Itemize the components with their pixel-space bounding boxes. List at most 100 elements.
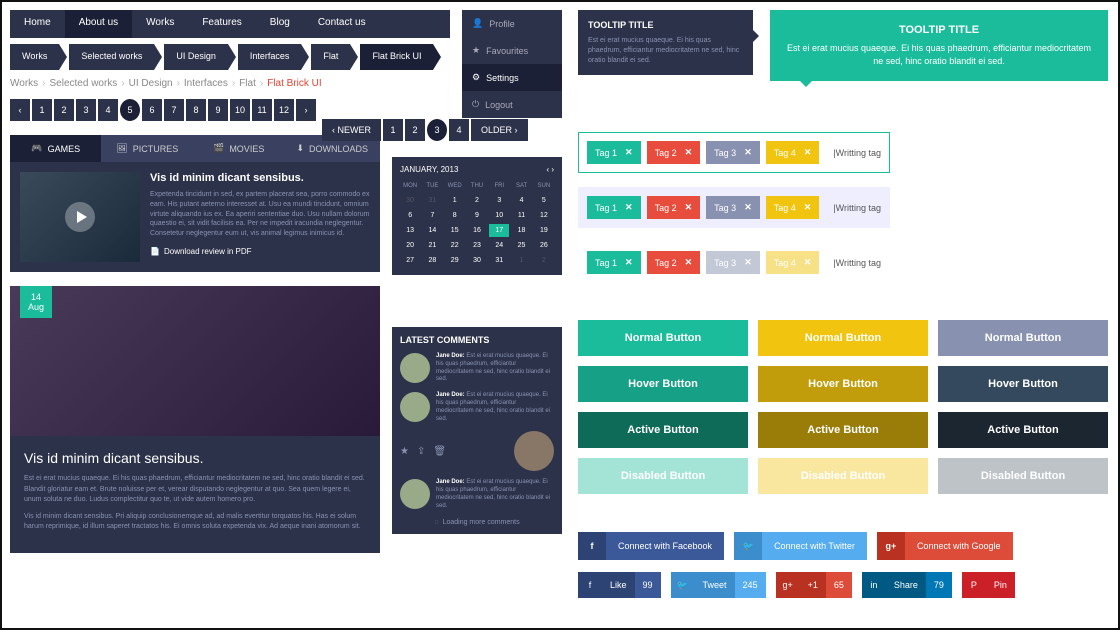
breadcrumb-segment[interactable]: UI Design — [164, 44, 228, 70]
page-button[interactable]: 2 — [54, 99, 74, 121]
hover-button[interactable]: Hover Button — [758, 366, 928, 402]
calendar-day[interactable]: 23 — [467, 239, 487, 252]
calendar-day[interactable]: 27 — [400, 254, 420, 267]
page-button[interactable]: ‹ NEWER — [322, 119, 381, 141]
breadcrumb-link[interactable]: Interfaces — [184, 78, 228, 89]
pin-button[interactable]: PPin — [962, 572, 1015, 598]
page-button[interactable]: 1 — [383, 119, 403, 141]
close-icon[interactable]: ✕ — [685, 202, 693, 213]
calendar-day[interactable]: 20 — [400, 239, 420, 252]
close-icon[interactable]: ✕ — [625, 147, 633, 158]
tag[interactable]: Tag 4✕ — [766, 251, 820, 274]
article-thumbnail[interactable] — [20, 172, 140, 262]
close-icon[interactable]: ✕ — [625, 202, 633, 213]
calendar-day[interactable]: 30 — [467, 254, 487, 267]
connect-google-button[interactable]: g+Connect with Google — [877, 532, 1013, 560]
tag[interactable]: Tag 1✕ — [587, 251, 641, 274]
calendar-day[interactable]: 12 — [534, 209, 554, 222]
nav-item[interactable]: Home — [10, 10, 65, 38]
tab[interactable]: 🎬MOVIES — [193, 135, 284, 162]
breadcrumb-link[interactable]: Flat Brick UI — [267, 78, 321, 89]
connect-facebook-button[interactable]: fConnect with Facebook — [578, 532, 724, 560]
page-button[interactable]: 3 — [76, 99, 96, 121]
calendar-day[interactable]: 21 — [422, 239, 442, 252]
close-icon[interactable]: ✕ — [744, 257, 752, 268]
avatar[interactable] — [514, 431, 554, 471]
breadcrumb-segment[interactable]: Flat Brick UI — [360, 44, 433, 70]
close-icon[interactable]: ✕ — [744, 202, 752, 213]
close-icon[interactable]: ✕ — [804, 147, 812, 158]
calendar-day[interactable]: 10 — [489, 209, 509, 222]
page-button[interactable]: 8 — [186, 99, 206, 121]
star-icon[interactable]: ★ — [400, 446, 409, 457]
tag-input[interactable]: |Writting tag — [825, 203, 881, 213]
dropdown-item[interactable]: ★Favourites — [462, 37, 562, 64]
hover-button[interactable]: Hover Button — [578, 366, 748, 402]
download-link[interactable]: 📄 Download review in PDF — [150, 247, 370, 256]
page-button[interactable]: 4 — [449, 119, 469, 141]
close-icon[interactable]: ✕ — [744, 147, 752, 158]
page-button[interactable]: OLDER › — [471, 119, 528, 141]
calendar-day[interactable]: 6 — [400, 209, 420, 222]
breadcrumb-segment[interactable]: Flat — [311, 44, 350, 70]
tag[interactable]: Tag 3✕ — [706, 196, 760, 219]
plus-button[interactable]: g++165 — [776, 572, 852, 598]
dropdown-item[interactable]: ⚙Settings — [462, 64, 562, 91]
normal-button[interactable]: Normal Button — [578, 320, 748, 356]
calendar-day[interactable]: 25 — [511, 239, 531, 252]
trash-icon[interactable]: 🗑 — [433, 446, 446, 457]
nav-item[interactable]: About us — [65, 10, 132, 38]
page-button[interactable]: › — [296, 99, 316, 121]
tag[interactable]: Tag 4✕ — [766, 141, 820, 164]
calendar-day[interactable]: 28 — [422, 254, 442, 267]
calendar-day[interactable]: 29 — [445, 254, 465, 267]
calendar-day[interactable]: 26 — [534, 239, 554, 252]
tag[interactable]: Tag 1✕ — [587, 196, 641, 219]
nav-item[interactable]: Blog — [256, 10, 304, 38]
page-button[interactable]: ‹ — [10, 99, 30, 121]
page-button[interactable]: 1 — [32, 99, 52, 121]
tag[interactable]: Tag 4✕ — [766, 196, 820, 219]
calendar-day[interactable]: 16 — [467, 224, 487, 237]
breadcrumb-segment[interactable]: Interfaces — [238, 44, 302, 70]
calendar-day[interactable]: 4 — [511, 194, 531, 207]
nav-item[interactable]: Contact us — [304, 10, 380, 38]
connect-twitter-button[interactable]: 🐦Connect with Twitter — [734, 532, 867, 560]
nav-item[interactable]: Features — [188, 10, 255, 38]
calendar-day[interactable]: 9 — [467, 209, 487, 222]
breadcrumb-segment[interactable]: Works — [10, 44, 59, 70]
active-button[interactable]: Active Button — [938, 412, 1108, 448]
play-icon[interactable] — [65, 202, 95, 232]
hover-button[interactable]: Hover Button — [938, 366, 1108, 402]
page-button[interactable]: 4 — [98, 99, 118, 121]
calendar-day[interactable]: 2 — [467, 194, 487, 207]
tag[interactable]: Tag 2✕ — [647, 251, 701, 274]
breadcrumb-link[interactable]: Works — [10, 78, 38, 89]
tag[interactable]: Tag 2✕ — [647, 196, 701, 219]
close-icon[interactable]: ✕ — [804, 202, 812, 213]
calendar-day[interactable]: 8 — [445, 209, 465, 222]
tag[interactable]: Tag 3✕ — [706, 141, 760, 164]
calendar-day[interactable]: 7 — [422, 209, 442, 222]
active-button[interactable]: Active Button — [578, 412, 748, 448]
breadcrumb-link[interactable]: Flat — [239, 78, 256, 89]
tag[interactable]: Tag 1✕ — [587, 141, 641, 164]
page-button[interactable]: 9 — [208, 99, 228, 121]
tag-input[interactable]: |Writting tag — [825, 258, 881, 268]
normal-button[interactable]: Normal Button — [938, 320, 1108, 356]
tab[interactable]: 🎮GAMES — [10, 135, 101, 162]
tag[interactable]: Tag 3✕ — [706, 251, 760, 274]
calendar-day[interactable]: 18 — [511, 224, 531, 237]
close-icon[interactable]: ✕ — [685, 257, 693, 268]
calendar-day[interactable]: 19 — [534, 224, 554, 237]
breadcrumb-link[interactable]: Selected works — [50, 78, 118, 89]
active-button[interactable]: Active Button — [758, 412, 928, 448]
calendar-day[interactable]: 13 — [400, 224, 420, 237]
page-button[interactable]: 5 — [120, 99, 140, 121]
calendar-day[interactable]: 5 — [534, 194, 554, 207]
page-button[interactable]: 3 — [427, 119, 447, 141]
tag-input[interactable]: |Writting tag — [825, 148, 881, 158]
page-button[interactable]: 10 — [230, 99, 250, 121]
calendar-nav[interactable]: ‹ › — [546, 165, 554, 174]
page-button[interactable]: 6 — [142, 99, 162, 121]
